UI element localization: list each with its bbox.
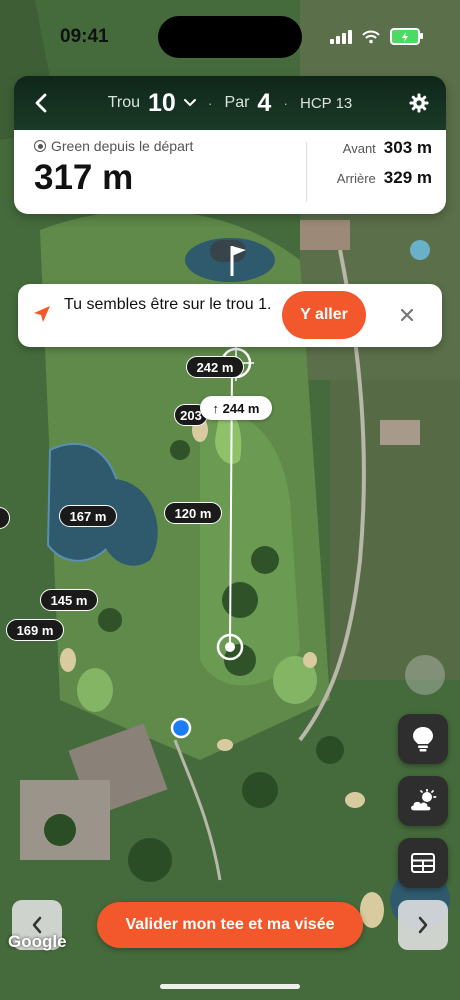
distance-marker-pill: 167 m bbox=[59, 505, 117, 527]
lightbulb-icon bbox=[413, 727, 433, 752]
status-time: 09:41 bbox=[60, 26, 109, 47]
target-icon bbox=[34, 140, 46, 152]
banner-message: Tu sembles être sur le trou 1. bbox=[64, 296, 272, 313]
status-icons bbox=[330, 28, 423, 45]
navigation-arrow-icon bbox=[34, 306, 50, 322]
front-label: Avant bbox=[342, 141, 376, 156]
par-label: Par bbox=[224, 94, 250, 111]
back-distance-row: Arrière 329 m bbox=[322, 168, 432, 198]
hole-selector[interactable]: Trou 10 · Par 4 · HCP 13 bbox=[14, 76, 446, 130]
battery-icon bbox=[390, 28, 423, 45]
divider bbox=[306, 142, 307, 202]
scorecard-button[interactable] bbox=[398, 838, 448, 888]
weather-button[interactable] bbox=[398, 776, 448, 826]
dynamic-island bbox=[158, 16, 302, 58]
chevron-right-icon bbox=[418, 916, 428, 934]
close-icon bbox=[400, 308, 414, 322]
next-hole-button[interactable] bbox=[398, 900, 448, 950]
target-distance-pill: 242 m bbox=[186, 356, 244, 378]
chevron-down-icon bbox=[183, 99, 196, 107]
distance-marker-pill: 169 m bbox=[6, 619, 64, 641]
distance-marker-pill: 120 m bbox=[164, 502, 222, 524]
signal-icon bbox=[330, 29, 352, 44]
lightbulb-button[interactable] bbox=[398, 714, 448, 764]
status-bar: 09:41 bbox=[0, 0, 460, 72]
green-label-text: Green depuis le départ bbox=[51, 138, 194, 154]
flag-icon[interactable] bbox=[208, 238, 248, 278]
back-value: 329 m bbox=[383, 168, 432, 187]
back-label: Arrière bbox=[336, 171, 376, 186]
green-distance-value: 317 m bbox=[34, 158, 134, 197]
gear-icon bbox=[409, 93, 429, 113]
google-watermark: Google bbox=[8, 932, 67, 951]
grid-icon bbox=[411, 853, 435, 873]
front-back-distances: Avant 303 m Arrière 329 m bbox=[322, 138, 432, 198]
hole-header: Trou 10 · Par 4 · HCP 13 bbox=[14, 76, 446, 130]
hole-label: Trou bbox=[107, 94, 141, 111]
separator-dot: · bbox=[283, 95, 288, 111]
weather-icon bbox=[409, 789, 437, 812]
par-value: 4 bbox=[257, 88, 272, 117]
wifi-icon bbox=[362, 30, 380, 43]
close-banner-button[interactable] bbox=[396, 304, 418, 326]
settings-button[interactable] bbox=[406, 90, 432, 116]
green-distance-label: Green depuis le départ bbox=[34, 138, 193, 154]
hole-card: Trou 10 · Par 4 · HCP 13 Green depuis le… bbox=[14, 76, 446, 214]
hole-number: 10 bbox=[148, 88, 176, 117]
distance-marker-pill: 145 m bbox=[40, 589, 98, 611]
separator-dot: · bbox=[207, 95, 213, 111]
front-distance-row: Avant 303 m bbox=[322, 138, 432, 168]
go-to-hole-button[interactable]: Y aller bbox=[282, 291, 366, 339]
handicap-label: HCP 13 bbox=[300, 94, 353, 112]
hole-suggestion-banner: Tu sembles être sur le trou 1. Y aller bbox=[18, 284, 442, 347]
front-value: 303 m bbox=[383, 138, 432, 157]
distance-panel: Green depuis le départ 317 m Avant 303 m… bbox=[14, 130, 446, 214]
home-indicator bbox=[160, 984, 300, 989]
validate-tee-button[interactable]: Valider mon tee et ma visée bbox=[97, 902, 363, 948]
shot-distance-pill: ↑ 244 m bbox=[200, 396, 272, 420]
